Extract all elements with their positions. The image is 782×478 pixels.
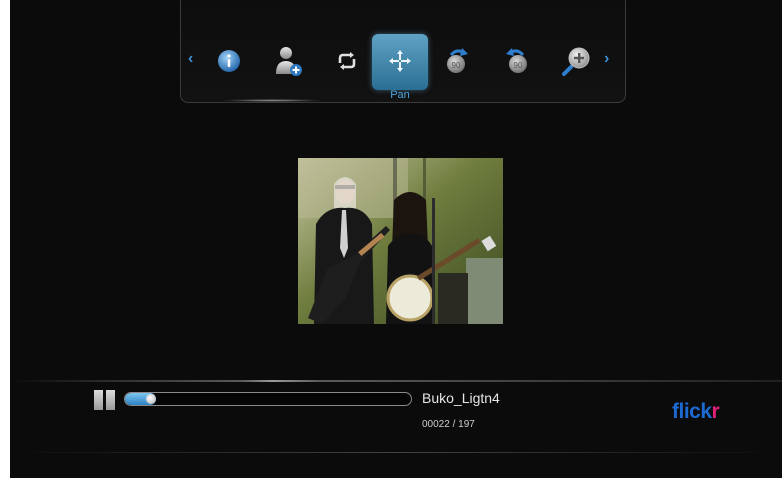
rotate-right-icon: 90: [447, 48, 468, 73]
svg-text:90: 90: [452, 61, 461, 70]
photo-counter: 00022 / 197: [422, 419, 475, 430]
pause-icon-bar-left: [94, 390, 103, 410]
rotate-left-button[interactable]: 90: [492, 36, 542, 86]
flickr-logo-part2: r: [711, 400, 720, 423]
progress-knob[interactable]: [146, 394, 156, 404]
user-add-icon: [276, 47, 302, 76]
media-player-screen: ‹ › Pan 90 90 Buko_Ligtn4 00022 / 197 fl…: [10, 0, 782, 478]
info-icon: [218, 50, 240, 72]
controls-divider: [10, 380, 782, 382]
rotate-left-icon: 90: [506, 48, 527, 73]
pause-icon-bar-right: [106, 390, 115, 410]
bottom-divider: [10, 452, 782, 453]
concert-photo: [298, 158, 503, 324]
svg-text:90: 90: [514, 61, 523, 70]
pan-icon: [389, 50, 411, 72]
repeat-button[interactable]: [322, 36, 372, 86]
photo-title: Buko_Ligtn4: [422, 390, 500, 406]
toolbar-glow: [222, 99, 322, 102]
flickr-logo: flickr: [672, 400, 720, 424]
slideshow-progress-bar[interactable]: [124, 392, 412, 406]
rotate-right-button[interactable]: 90: [432, 36, 482, 86]
flickr-logo-part1: flick: [672, 400, 712, 423]
toolbar-next-chevron-icon[interactable]: ›: [604, 50, 609, 68]
zoom-in-icon: [562, 47, 590, 76]
photo-viewer-image: [298, 158, 503, 324]
pan-label: Pan: [390, 89, 410, 101]
pause-button[interactable]: [94, 390, 116, 410]
tag-person-button[interactable]: [263, 36, 313, 86]
repeat-icon: [338, 52, 356, 70]
pan-icon-wrap: [375, 36, 425, 86]
toolbar-prev-chevron-icon[interactable]: ‹: [188, 50, 193, 68]
info-button[interactable]: [204, 36, 254, 86]
zoom-in-button[interactable]: [552, 36, 602, 86]
